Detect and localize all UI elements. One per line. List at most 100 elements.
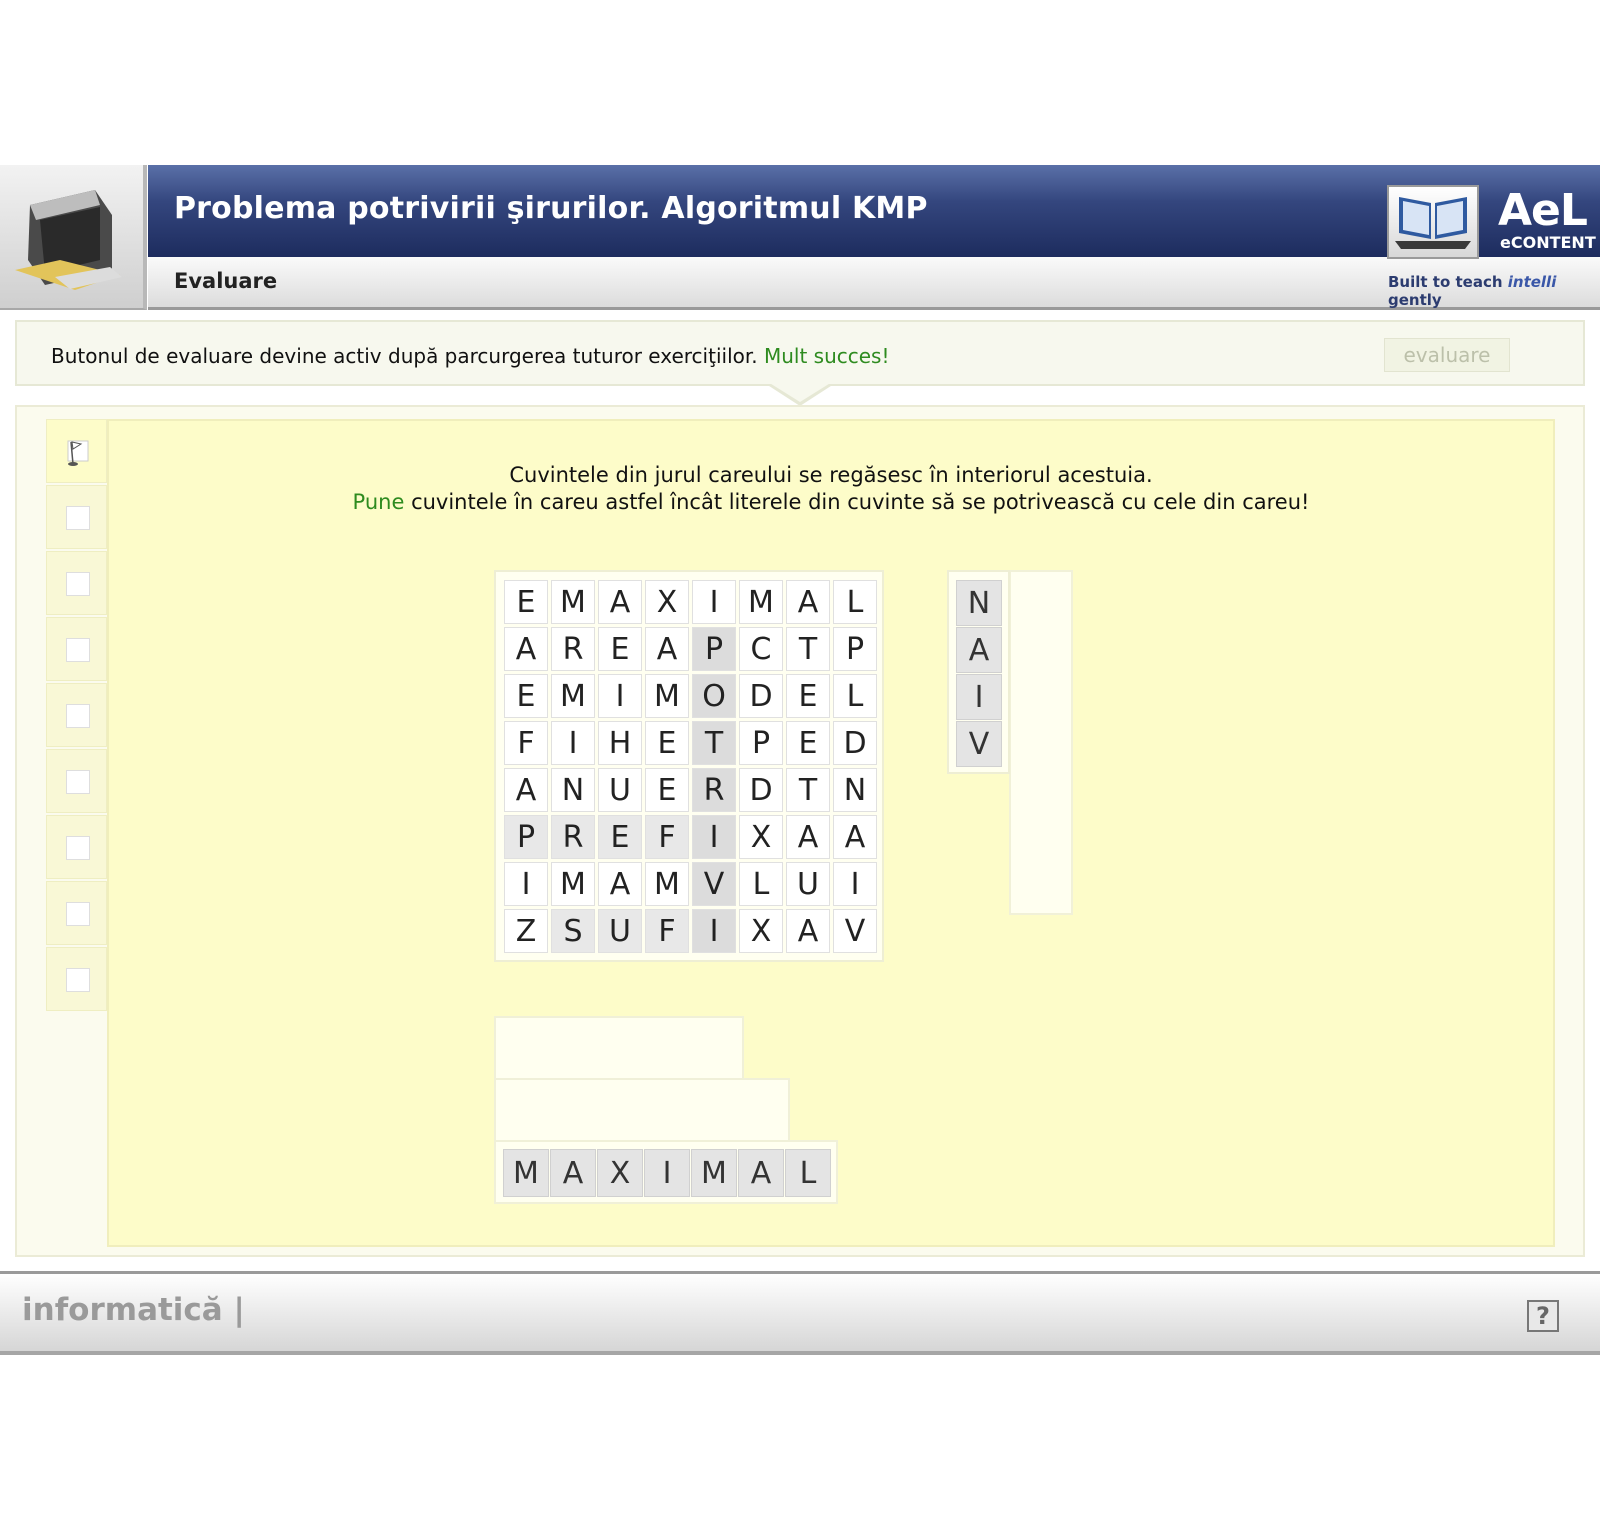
grid-cell: A xyxy=(833,815,877,859)
exercise-checkbox[interactable] xyxy=(66,902,90,926)
exercise-item[interactable] xyxy=(46,551,107,615)
subject-label: informatică | xyxy=(22,1292,245,1328)
word-letter: A xyxy=(956,627,1002,673)
word-letter: N xyxy=(956,580,1002,626)
grid-cell: C xyxy=(739,627,783,671)
help-icon[interactable]: ? xyxy=(1527,1300,1559,1332)
grid-cell: D xyxy=(833,721,877,765)
instruction-line-1: Cuvintele din jurul careului se regăsesc… xyxy=(509,463,1153,487)
grid-cell: U xyxy=(786,862,830,906)
exercise-checkbox[interactable] xyxy=(66,770,90,794)
grid-cell: M xyxy=(551,862,595,906)
grid-cell: A xyxy=(786,580,830,624)
grid-cell: I xyxy=(692,815,736,859)
word-naiv[interactable]: NAIV xyxy=(947,570,1010,774)
section-title: Evaluare xyxy=(174,269,278,293)
grid-cell: M xyxy=(551,674,595,718)
exercise-sidebar xyxy=(46,419,109,1011)
word-letter: X xyxy=(597,1149,643,1197)
grid-cell: P xyxy=(739,721,783,765)
grid-cell: F xyxy=(504,721,548,765)
grid-cell: L xyxy=(739,862,783,906)
grid-cell: M xyxy=(645,862,689,906)
grid-cell: L xyxy=(833,580,877,624)
exercise-item[interactable] xyxy=(46,881,107,945)
grid-cell: I xyxy=(692,909,736,953)
flag-icon xyxy=(67,440,89,466)
instruction-line-2: Pune cuvintele în careu astfel încât lit… xyxy=(107,489,1555,516)
word-slot xyxy=(494,1078,790,1142)
info-pointer-inner xyxy=(768,382,832,402)
word-maximal[interactable]: MAXIMAL xyxy=(494,1140,838,1204)
info-bar: Butonul de evaluare devine activ după pa… xyxy=(15,320,1585,386)
tagline-part: gently xyxy=(1388,291,1442,309)
brand-subtitle: eCONTENT xyxy=(1500,233,1596,252)
word-letter: V xyxy=(956,721,1002,767)
word-letter: A xyxy=(738,1149,784,1197)
grid-cell: A xyxy=(598,862,642,906)
grid-cell: T xyxy=(786,768,830,812)
grid-cell: F xyxy=(645,815,689,859)
exercise-checkbox[interactable] xyxy=(66,968,90,992)
grid-cell: M xyxy=(551,580,595,624)
grid-cell: X xyxy=(739,909,783,953)
word-letter: L xyxy=(785,1149,831,1197)
grid-cell: E xyxy=(598,627,642,671)
grid-cell: T xyxy=(692,721,736,765)
exercise-item[interactable] xyxy=(46,485,107,549)
grid-cell: T xyxy=(786,627,830,671)
grid-cell: Z xyxy=(504,909,548,953)
exercise-checkbox[interactable] xyxy=(66,572,90,596)
grid-cell: V xyxy=(833,909,877,953)
info-message: Butonul de evaluare devine activ după pa… xyxy=(51,344,764,368)
word-letter: M xyxy=(691,1149,737,1197)
grid-cell: P xyxy=(833,627,877,671)
exercise-item[interactable] xyxy=(46,617,107,681)
exercise-item[interactable] xyxy=(46,815,107,879)
exercise-checkbox[interactable] xyxy=(66,836,90,860)
tagline-italic: intelli xyxy=(1507,273,1557,291)
word-letter: I xyxy=(956,674,1002,720)
grid-cell: P xyxy=(692,627,736,671)
title-bar: Problema potrivirii şirurilor. Algoritmu… xyxy=(148,165,1600,257)
grid-cell: V xyxy=(692,862,736,906)
exercise-checkbox[interactable] xyxy=(66,638,90,662)
info-text: Butonul de evaluare devine activ după pa… xyxy=(51,344,890,368)
grid-cell: N xyxy=(551,768,595,812)
grid-cell: P xyxy=(504,815,548,859)
word-slot xyxy=(494,1016,744,1080)
grid-cell: M xyxy=(739,580,783,624)
word-letter: A xyxy=(550,1149,596,1197)
grid-cell: D xyxy=(739,674,783,718)
grid-cell: X xyxy=(739,815,783,859)
grid-cell: I xyxy=(692,580,736,624)
subtitle-bar: Evaluare xyxy=(148,257,1600,310)
grid-cell: S xyxy=(551,909,595,953)
grid-cell: I xyxy=(598,674,642,718)
exercise-item[interactable] xyxy=(46,947,107,1011)
evaluate-button[interactable]: evaluare xyxy=(1384,338,1510,372)
brand-title: AeL xyxy=(1498,185,1588,236)
grid-cell: A xyxy=(504,768,548,812)
word-letter: I xyxy=(644,1149,690,1197)
exercise-item[interactable] xyxy=(46,749,107,813)
grid-cell: E xyxy=(786,674,830,718)
info-highlight: Mult succes! xyxy=(763,344,890,368)
exercise-checkbox[interactable] xyxy=(66,704,90,728)
grid-cell: E xyxy=(504,580,548,624)
instruction-rest: cuvintele în careu astfel încât literele… xyxy=(404,490,1310,514)
grid-cell: L xyxy=(833,674,877,718)
grid-cell: X xyxy=(645,580,689,624)
exercise-current[interactable] xyxy=(46,419,107,483)
exercise-checkbox[interactable] xyxy=(66,506,90,530)
grid-cell: E xyxy=(598,815,642,859)
grid-cell: E xyxy=(504,674,548,718)
grid-cell: E xyxy=(645,721,689,765)
app-logo xyxy=(0,165,147,310)
header: Problema potrivirii şirurilor. Algoritmu… xyxy=(0,165,1600,310)
exercise-item[interactable] xyxy=(46,683,107,747)
grid-cell: A xyxy=(645,627,689,671)
grid-cell: E xyxy=(645,768,689,812)
word-slot-area xyxy=(1009,570,1073,915)
footer: informatică | ? xyxy=(0,1271,1600,1355)
